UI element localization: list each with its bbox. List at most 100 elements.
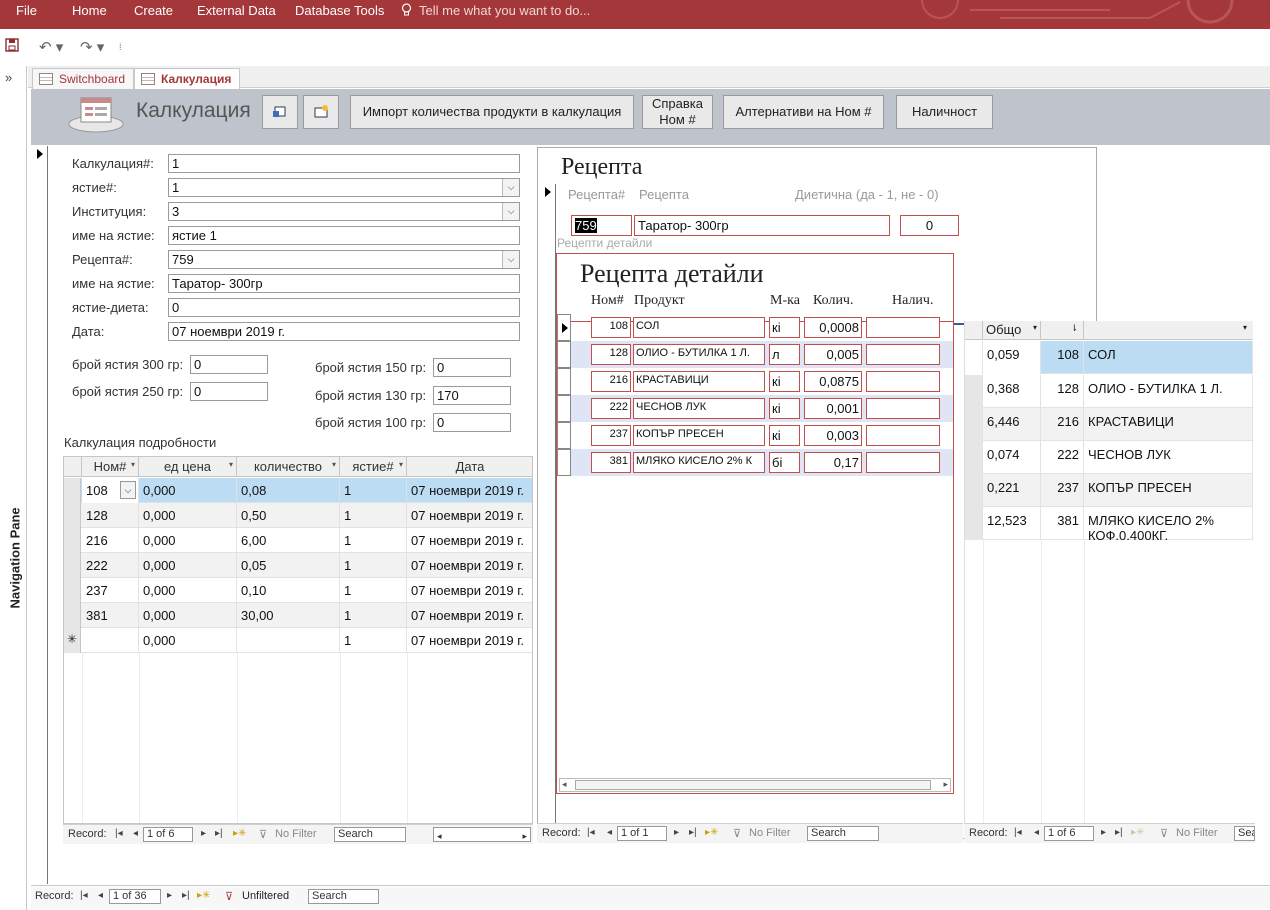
availability-field[interactable] [866,398,940,419]
chevron-down-icon[interactable]: ⌵ [502,179,519,196]
cell-item-no[interactable]: 381 [1041,507,1084,540]
col-header-total[interactable]: Общо ▾ [983,321,1041,340]
recipe-no-combo[interactable]: 759 ⌵ [168,250,520,269]
product-field[interactable]: ОЛИО - БУТИЛКА 1 Л. [633,344,765,365]
cell-product[interactable]: КОПЪР ПРЕСЕН [1084,474,1253,507]
cell-total[interactable]: 0,368 [983,375,1041,408]
unit-field[interactable]: л [769,344,800,365]
diet-field[interactable]: 0 [168,298,520,317]
next-record-icon[interactable]: ▸ [1101,827,1106,838]
last-record-icon[interactable]: ▸| [215,828,223,839]
cell-item-no[interactable]: 381 [82,603,139,628]
cell-dish-no[interactable]: 1 [340,578,407,603]
availability-field[interactable] [866,344,940,365]
first-record-icon[interactable]: |◂ [587,827,595,838]
cell-quantity[interactable]: 30,00 [237,603,340,628]
row-selector[interactable] [965,375,983,408]
chevron-down-icon[interactable]: ⌵ [502,203,519,220]
cell-date[interactable]: 07 ноември 2019 г. [407,503,532,528]
availability-field[interactable] [866,452,940,473]
product-field[interactable]: КРАСТАВИЦИ [633,371,765,392]
unit-field[interactable]: кі [769,317,800,338]
cell-unit-price[interactable]: 0,000 [139,603,237,628]
cell-item-no[interactable]: 108 [1041,341,1084,374]
row-selector[interactable] [965,408,983,441]
cell-total[interactable]: 0,221 [983,474,1041,507]
import-quantities-button[interactable]: Импорт количества продукти в калкулация [350,95,634,129]
row-selector[interactable] [965,507,983,540]
main-record-selector[interactable] [31,146,48,884]
cell-item-no[interactable]: 216 [1041,408,1084,441]
table-row[interactable]: 108 ⌵ 0,000 0,08 1 07 ноември 2019 г. [64,478,532,503]
table-row[interactable]: 222 0,000 0,05 1 07 ноември 2019 г. [64,553,532,578]
cell-item-no[interactable]: 128 [1041,375,1084,408]
col-header-unit-price[interactable]: ед цена ▾ [139,457,237,477]
record-position-input[interactable]: 1 of 6 [143,827,193,842]
row-selector[interactable] [965,474,983,507]
navigation-pane-label[interactable]: Navigation Pane [8,507,23,608]
cell-product[interactable]: ЧЕСНОВ ЛУК [1084,441,1253,474]
col-header-item-no[interactable]: Ном# ▾ [82,457,139,477]
alternatives-button[interactable]: Алтернативи на Ном # [723,95,884,129]
next-record-icon[interactable]: ▸ [167,890,172,901]
menu-file[interactable]: File [16,3,37,18]
first-record-icon[interactable]: |◂ [115,828,123,839]
col-header-quantity[interactable]: количество ▾ [237,457,340,477]
tab-calculation[interactable]: Калкулация [134,68,241,89]
product-field[interactable]: КОПЪР ПРЕСЕН [633,425,765,446]
cell-quantity[interactable]: 0,50 [237,503,340,528]
select-all-corner[interactable] [64,457,82,477]
cell-dish-no[interactable]: 1 [340,553,407,578]
row-selector[interactable] [965,341,983,374]
form-action-button-1[interactable] [262,95,298,129]
cell-quantity[interactable] [237,628,340,653]
cell-dish-no[interactable]: 1 [340,503,407,528]
prev-record-icon[interactable]: ◂ [98,890,103,901]
item-no-field[interactable]: 381 [591,452,631,473]
horizontal-scrollbar[interactable]: ◂ ▸ [433,827,531,842]
search-input[interactable]: Search [308,889,379,904]
prev-record-icon[interactable]: ◂ [133,828,138,839]
item-no-field[interactable]: 108 [591,317,631,338]
search-input[interactable]: Search [334,827,406,842]
last-record-icon[interactable]: ▸| [689,827,697,838]
row-selector[interactable] [64,603,81,628]
horizontal-scrollbar[interactable]: ◂ ▸ [559,778,951,792]
cell-item-no[interactable] [82,628,139,653]
filter-status[interactable]: No Filter [1176,827,1218,839]
save-icon[interactable] [5,38,19,56]
cell-dish-no[interactable]: 1 [340,478,407,503]
qty-field[interactable]: 0,003 [804,425,862,446]
cell-item-no[interactable]: 128 [82,503,139,528]
product-field[interactable]: ЧЕСНОВ ЛУК [633,398,765,419]
cell-date[interactable]: 07 ноември 2019 г. [407,528,532,553]
table-row[interactable]: 0,221 237 КОПЪР ПРЕСЕН [965,474,1253,507]
cell-date[interactable]: 07 ноември 2019 г. [407,478,532,503]
qty-field[interactable]: 0,001 [804,398,862,419]
row-selector[interactable] [64,553,81,578]
cell-total[interactable]: 6,446 [983,408,1041,441]
expand-chevron-icon[interactable]: » [5,70,12,85]
menu-external-data[interactable]: External Data [197,3,276,18]
customize-toolbar-icon[interactable]: ⁞ [119,42,122,52]
row-selector[interactable] [965,441,983,474]
recipe-record-selector[interactable] [540,184,556,824]
chevron-down-icon[interactable]: ⌵ [120,481,136,499]
table-row[interactable]: 128 0,000 0,50 1 07 ноември 2019 г. [64,503,532,528]
search-input[interactable]: Search [807,826,879,841]
next-record-icon[interactable]: ▸ [201,828,206,839]
filter-status[interactable]: No Filter [275,828,317,840]
cell-item-no[interactable]: 216 [82,528,139,553]
cell-unit-price[interactable]: 0,000 [139,503,237,528]
cell-product[interactable]: МЛЯКО КИСЕЛО 2% КОФ.0,400КГ. [1084,507,1253,540]
row-selector[interactable] [64,578,81,603]
cell-unit-price[interactable]: 0,000 [139,478,237,503]
portions-150-field[interactable]: 0 [433,358,511,377]
form-action-button-2[interactable] [303,95,339,129]
filter-status[interactable]: Unfiltered [242,890,289,902]
row-selector[interactable] [557,314,571,341]
first-record-icon[interactable]: |◂ [1014,827,1022,838]
table-row[interactable]: 0,059 108 СОЛ [965,341,1253,374]
table-row[interactable]: 381 0,000 30,00 1 07 ноември 2019 г. [64,603,532,628]
row-selector[interactable] [557,368,571,395]
